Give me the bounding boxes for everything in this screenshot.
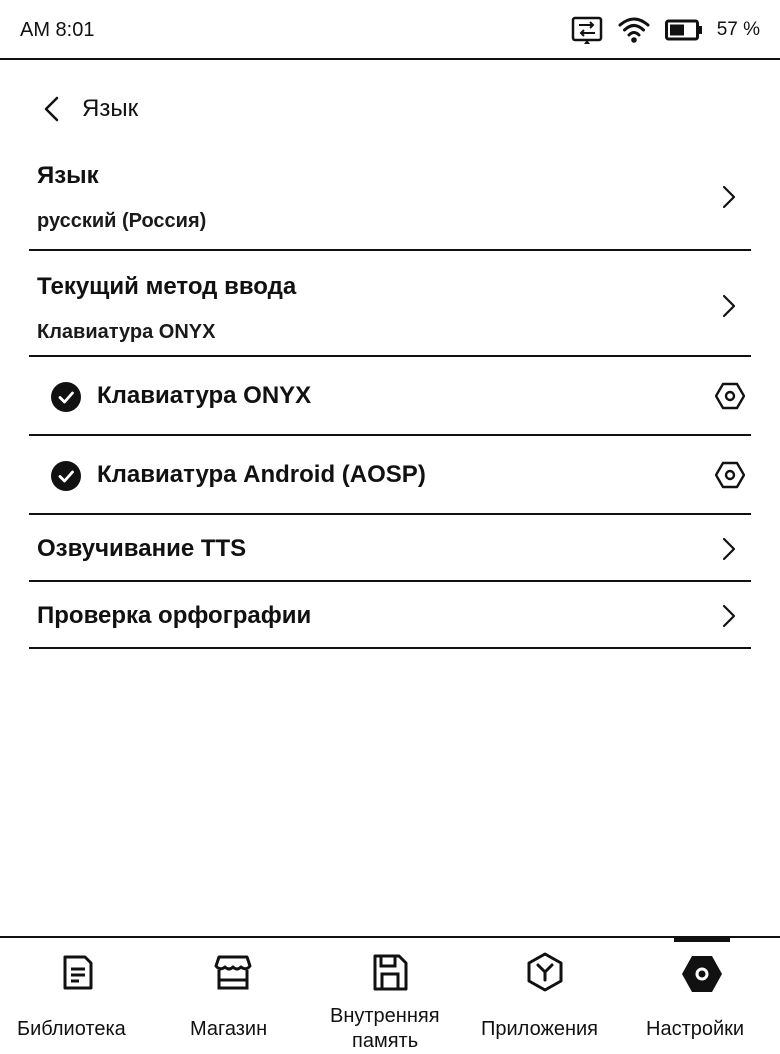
- nav-library[interactable]: Библиотека: [0, 938, 156, 1054]
- storage-icon: [373, 954, 408, 991]
- status-time: AM 8:01: [20, 19, 95, 41]
- nav-library-label: Библиотека: [17, 1018, 126, 1040]
- nav-storage-label-2: память: [352, 1030, 419, 1052]
- battery-percent: 57 %: [716, 19, 760, 40]
- active-tab-indicator: [674, 936, 730, 942]
- nav-store[interactable]: Магазин: [156, 938, 312, 1054]
- language-value: русский (Россия): [37, 210, 207, 232]
- page-header: Язык: [40, 92, 138, 126]
- apps-icon: [527, 952, 563, 992]
- bottom-nav: Библиотека Магазин Внутренняя память При…: [0, 936, 780, 1054]
- keyboard-settings-icon[interactable]: [715, 460, 745, 490]
- tts-title: Озвучивание TTS: [37, 535, 247, 562]
- input-method-row[interactable]: Текущий метод ввода Клавиатура ONYX: [29, 251, 751, 357]
- page-title: Язык: [82, 95, 139, 122]
- input-method-value: Клавиатура ONYX: [37, 321, 216, 343]
- language-title: Язык: [37, 162, 99, 189]
- status-bar: AM 8:01 57 %: [0, 0, 780, 60]
- library-icon: [63, 955, 93, 990]
- nav-apps-label: Приложения: [481, 1018, 599, 1040]
- nav-apps[interactable]: Приложения: [468, 938, 624, 1054]
- tts-row[interactable]: Озвучивание TTS: [29, 515, 751, 582]
- nav-store-label: Магазин: [190, 1018, 268, 1040]
- keyboard-android-row[interactable]: Клавиатура Android (AOSP): [29, 436, 751, 515]
- nav-settings[interactable]: Настройки: [624, 936, 780, 1054]
- wifi-icon: [617, 15, 651, 45]
- nav-storage-label-1: Внутренняя: [330, 1005, 440, 1027]
- sync-icon: [571, 14, 603, 46]
- keyboard-onyx-row[interactable]: Клавиатура ONYX: [29, 357, 751, 436]
- input-method-title: Текущий метод ввода: [37, 273, 297, 300]
- nav-settings-label: Настройки: [646, 1018, 745, 1040]
- settings-list: Язык русский (Россия) Текущий метод ввод…: [29, 146, 751, 649]
- check-circle-icon[interactable]: [51, 382, 81, 412]
- keyboard-settings-icon[interactable]: [715, 381, 745, 411]
- nav-storage[interactable]: Внутренняя память: [312, 938, 468, 1054]
- spellcheck-row[interactable]: Проверка орфографии: [29, 582, 751, 649]
- language-row[interactable]: Язык русский (Россия): [29, 146, 751, 251]
- chevron-right-icon: [722, 294, 736, 318]
- keyboard-onyx-label: Клавиатура ONYX: [97, 382, 312, 409]
- spellcheck-title: Проверка орфографии: [37, 602, 312, 629]
- chevron-right-icon: [722, 185, 736, 209]
- back-arrow-icon[interactable]: [40, 92, 64, 126]
- keyboard-android-label: Клавиатура Android (AOSP): [97, 461, 426, 488]
- battery-icon: [664, 19, 703, 41]
- store-icon: [214, 955, 252, 990]
- chevron-right-icon: [722, 537, 736, 561]
- check-circle-icon[interactable]: [51, 461, 81, 491]
- settings-icon: [682, 956, 722, 992]
- status-icons: 57 %: [571, 14, 760, 46]
- chevron-right-icon: [722, 604, 736, 628]
